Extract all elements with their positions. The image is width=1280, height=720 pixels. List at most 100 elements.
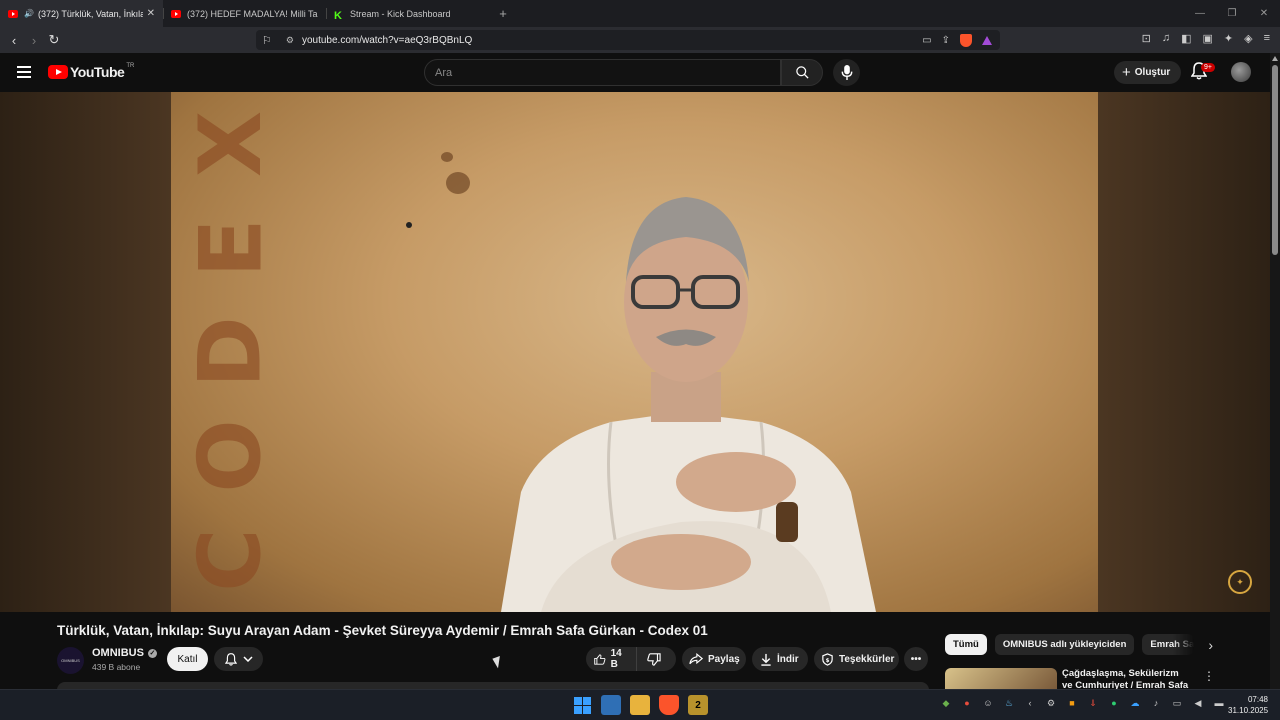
tab-kick-dashboard[interactable]: K Stream - Kick Dashboard xyxy=(326,0,489,27)
like-count: 14 B xyxy=(610,648,622,670)
recommended-thumbnail[interactable] xyxy=(945,668,1057,689)
like-button[interactable]: 14 B xyxy=(586,647,637,671)
more-actions-button[interactable]: ••• xyxy=(904,647,928,671)
clock-date: 31.10.2025 xyxy=(1228,706,1269,715)
audio-playing-icon[interactable]: 🔊 xyxy=(24,9,34,18)
guide-menu-icon[interactable] xyxy=(17,66,31,78)
chip-all[interactable]: Tümü xyxy=(945,634,987,655)
url-bar[interactable]: ⚐ ⚙ youtube.com/watch?v=aeQ3rBQBnLQ ▭ ⇪ xyxy=(256,30,1000,50)
minimize-icon[interactable]: — xyxy=(1184,8,1216,19)
search-input[interactable] xyxy=(425,60,780,85)
chevron-right-icon[interactable]: › xyxy=(1208,637,1213,653)
new-tab-icon[interactable]: + xyxy=(493,6,513,21)
restore-icon[interactable]: ❐ xyxy=(1216,8,1248,19)
tray-shield-icon[interactable]: ■ xyxy=(1066,698,1078,709)
more-vertical-icon[interactable]: ⋮ xyxy=(1203,669,1215,683)
tray-chevron-icon[interactable]: ‹ xyxy=(1024,698,1036,709)
channel-avatar[interactable]: OMNIBUS xyxy=(57,647,84,674)
tray-mic-icon[interactable]: ♪ xyxy=(1150,698,1162,709)
account-avatar[interactable] xyxy=(1231,62,1251,82)
tab-close-icon[interactable]: ✕ xyxy=(147,8,155,19)
voice-search-button[interactable] xyxy=(833,59,860,86)
microphone-icon xyxy=(841,65,852,80)
tray-network-icon[interactable]: ▭ xyxy=(1171,698,1183,709)
kick-favicon-icon: K xyxy=(334,9,342,22)
chip-from-uploader[interactable]: OMNIBUS adlı yükleyiciden xyxy=(994,634,1135,655)
tray-cloud-icon[interactable]: ☁ xyxy=(1129,698,1141,709)
tray-discord-icon[interactable]: ☺ xyxy=(982,698,994,709)
file-explorer-icon[interactable] xyxy=(630,695,650,715)
leo-ai-icon[interactable]: ✦ xyxy=(1224,32,1233,45)
sidebar-icon[interactable]: ◧ xyxy=(1181,32,1191,45)
paper-stain xyxy=(446,172,470,194)
tray-download-icon[interactable]: ⇓ xyxy=(1087,698,1099,709)
thumbs-down-icon xyxy=(647,652,661,666)
screenshot-icon[interactable]: ⊡ xyxy=(1142,32,1151,45)
tray-app-icon[interactable]: ◆ xyxy=(940,698,952,709)
vpn-icon[interactable]: ◈ xyxy=(1244,32,1252,45)
bookmark-icon[interactable]: ⚐ xyxy=(262,34,272,47)
codex-letter: O xyxy=(180,419,281,493)
scrollbar-thumb[interactable] xyxy=(1272,65,1278,255)
channel-name[interactable]: OMNIBUS ✓ xyxy=(92,647,157,659)
chip-emrah-safa[interactable]: Emrah Safa xyxy=(1142,634,1195,655)
widgets-icon[interactable] xyxy=(601,695,621,715)
related-filter-chips: Tümü OMNIBUS adlı yükleyiciden Emrah Saf… xyxy=(945,634,1213,655)
create-button[interactable]: + Oluştur xyxy=(1114,61,1182,84)
codex-letter: D xyxy=(180,316,281,388)
download-button[interactable]: İndir xyxy=(752,647,808,671)
subscription-bell-button[interactable] xyxy=(214,647,263,671)
youtube-favicon-icon xyxy=(171,9,181,18)
url-text[interactable]: youtube.com/watch?v=aeQ3rBQBnLQ xyxy=(302,35,472,46)
search-button[interactable] xyxy=(781,59,823,86)
video-player[interactable]: X E D O C ✦ xyxy=(0,92,1270,612)
tray-record-icon[interactable]: ● xyxy=(961,698,973,709)
share-page-icon[interactable]: ⇪ xyxy=(942,35,950,46)
thanks-button[interactable]: $ Teşekkürler xyxy=(814,647,899,671)
clock-time: 07:48 xyxy=(1247,695,1268,704)
tab-youtube-hedef-madalya[interactable]: (372) HEDEF MADALYA! Milli Takımın xyxy=(163,0,326,27)
video-frame[interactable]: X E D O C xyxy=(171,92,1098,612)
youtube-logo[interactable]: YouTube TR xyxy=(48,63,134,80)
taskbar-clock[interactable]: 07:48 31.10.2025 xyxy=(1228,694,1268,716)
site-info-icon[interactable]: ⚙ xyxy=(286,35,294,46)
window-controls: — ❐ ✕ xyxy=(1184,0,1280,27)
share-label: Paylaş xyxy=(708,653,740,665)
forward-icon[interactable]: › xyxy=(24,33,44,48)
tab-title: (372) Türklük, Vatan, İnkılap: Suyu Aray… xyxy=(37,8,143,19)
thanks-label: Teşekkürler xyxy=(839,653,895,665)
chevron-down-icon xyxy=(242,656,253,662)
plus-icon: + xyxy=(1122,64,1131,81)
page-scrollbar[interactable] xyxy=(1270,53,1280,689)
join-button[interactable]: Katıl xyxy=(167,647,208,671)
media-icon[interactable]: ♫ xyxy=(1162,32,1170,45)
brave-rewards-icon[interactable] xyxy=(982,35,992,45)
ambient-right xyxy=(1098,92,1270,612)
brave-browser-icon[interactable] xyxy=(659,695,679,715)
wallet-icon[interactable]: ▣ xyxy=(1202,32,1212,45)
share-button[interactable]: Paylaş xyxy=(682,647,746,671)
search-icon xyxy=(795,66,809,79)
tray-gear-icon[interactable]: ⚙ xyxy=(1045,698,1057,709)
tray-steam-icon[interactable]: ♨ xyxy=(1003,698,1015,709)
close-window-icon[interactable]: ✕ xyxy=(1248,8,1280,19)
reload-icon[interactable]: ↻ xyxy=(44,32,64,48)
url-bar-icons: ▭ ⇪ xyxy=(922,33,992,47)
recommended-title[interactable]: Çağdaşlaşma, Sekülerizm ve Cumhuriyet / … xyxy=(1062,668,1190,689)
menu-icon[interactable]: ≡ xyxy=(1264,32,1270,45)
tray-nvidia-icon[interactable]: ● xyxy=(1108,698,1120,709)
start-button[interactable] xyxy=(572,695,592,715)
ambient-left xyxy=(0,92,171,612)
tray-battery-icon[interactable]: ▬ xyxy=(1213,698,1225,709)
bell-icon xyxy=(224,652,237,666)
paper-stain xyxy=(406,222,412,228)
cast-icon[interactable]: ▭ xyxy=(922,35,931,46)
tray-volume-icon[interactable]: ◀ xyxy=(1192,698,1204,709)
brave-shields-icon[interactable] xyxy=(960,33,972,47)
back-icon[interactable]: ‹ xyxy=(4,33,24,48)
dislike-button[interactable] xyxy=(637,647,676,671)
channel-watermark-icon[interactable]: ✦ xyxy=(1228,570,1252,594)
tab-youtube-turkluk[interactable]: 🔊 (372) Türklük, Vatan, İnkılap: Suyu Ar… xyxy=(0,0,163,27)
app-icon[interactable]: 2 xyxy=(688,695,708,715)
scroll-up-icon[interactable] xyxy=(1272,56,1278,61)
